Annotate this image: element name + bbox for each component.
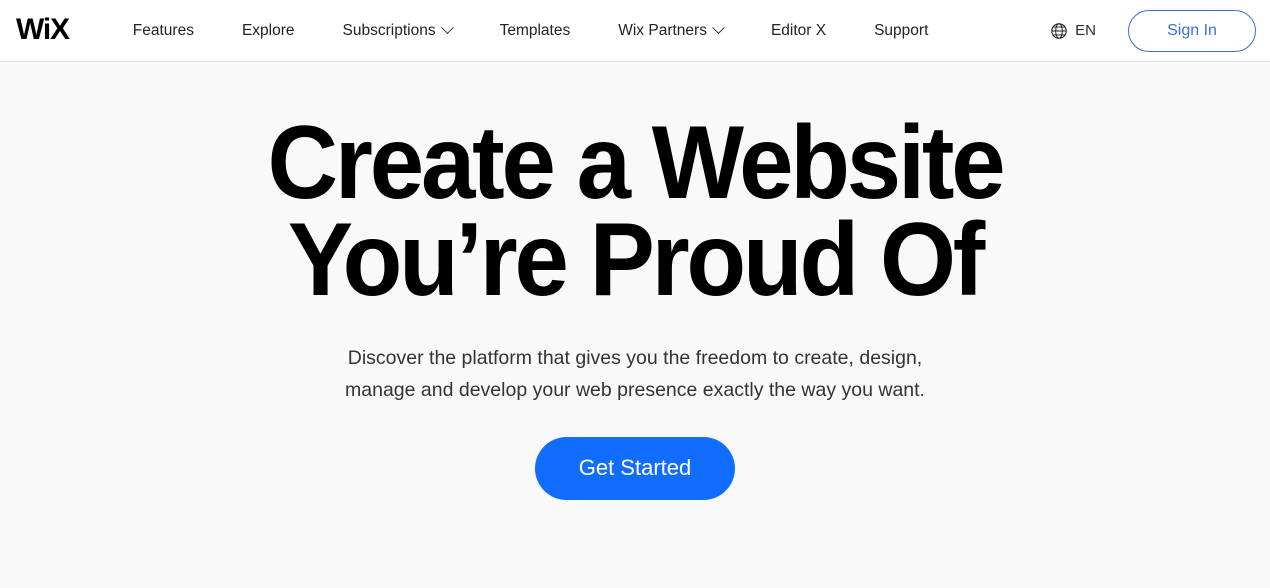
language-label: EN <box>1075 22 1096 39</box>
main-navigation: Features Explore Subscriptions Templates… <box>109 0 953 62</box>
nav-label: Features <box>132 21 194 39</box>
sign-in-button[interactable]: Sign In <box>1128 9 1256 52</box>
nav-label: Editor X <box>770 21 827 39</box>
nav-label: Support <box>874 21 929 39</box>
page-title: Create a Website You’re Proud Of <box>38 105 1232 319</box>
cta-container: Get Started <box>0 436 1270 500</box>
nav-label: Wix Partners <box>618 21 707 39</box>
hero-subtitle: Discover the platform that gives you the… <box>0 343 1270 406</box>
hero-title-line-2: You’re Proud Of <box>287 202 986 319</box>
nav-label: Subscriptions <box>342 21 436 39</box>
nav-item-subscriptions[interactable]: Subscriptions <box>319 0 476 62</box>
sign-in-label: Sign In <box>1167 21 1217 39</box>
nav-item-editor-x[interactable]: Editor X <box>747 0 850 62</box>
hero-section: Create a Website You’re Proud Of Discove… <box>0 62 1270 588</box>
globe-icon <box>1051 22 1067 39</box>
language-selector[interactable]: EN <box>1040 16 1106 46</box>
hero-subtitle-line-2: manage and develop your web presence exa… <box>345 379 925 402</box>
site-header: WiX Features Explore Subscriptions Templ… <box>0 0 1270 62</box>
nav-label: Explore <box>241 21 295 39</box>
nav-item-explore[interactable]: Explore <box>218 0 319 62</box>
nav-item-templates[interactable]: Templates <box>476 0 595 62</box>
header-actions: EN Sign In <box>1040 9 1256 52</box>
hero-title-line-1: Create a Website <box>267 105 1006 221</box>
chevron-down-icon <box>712 21 725 35</box>
get-started-button[interactable]: Get Started <box>534 436 736 500</box>
nav-item-features[interactable]: Features <box>109 0 218 62</box>
hero-subtitle-line-1: Discover the platform that gives you the… <box>347 347 923 370</box>
nav-item-support[interactable]: Support <box>850 0 952 62</box>
chevron-down-icon <box>440 21 454 35</box>
nav-item-wix-partners[interactable]: Wix Partners <box>594 0 747 62</box>
wix-logo[interactable]: WiX <box>16 14 70 45</box>
nav-label: Templates <box>499 21 571 39</box>
